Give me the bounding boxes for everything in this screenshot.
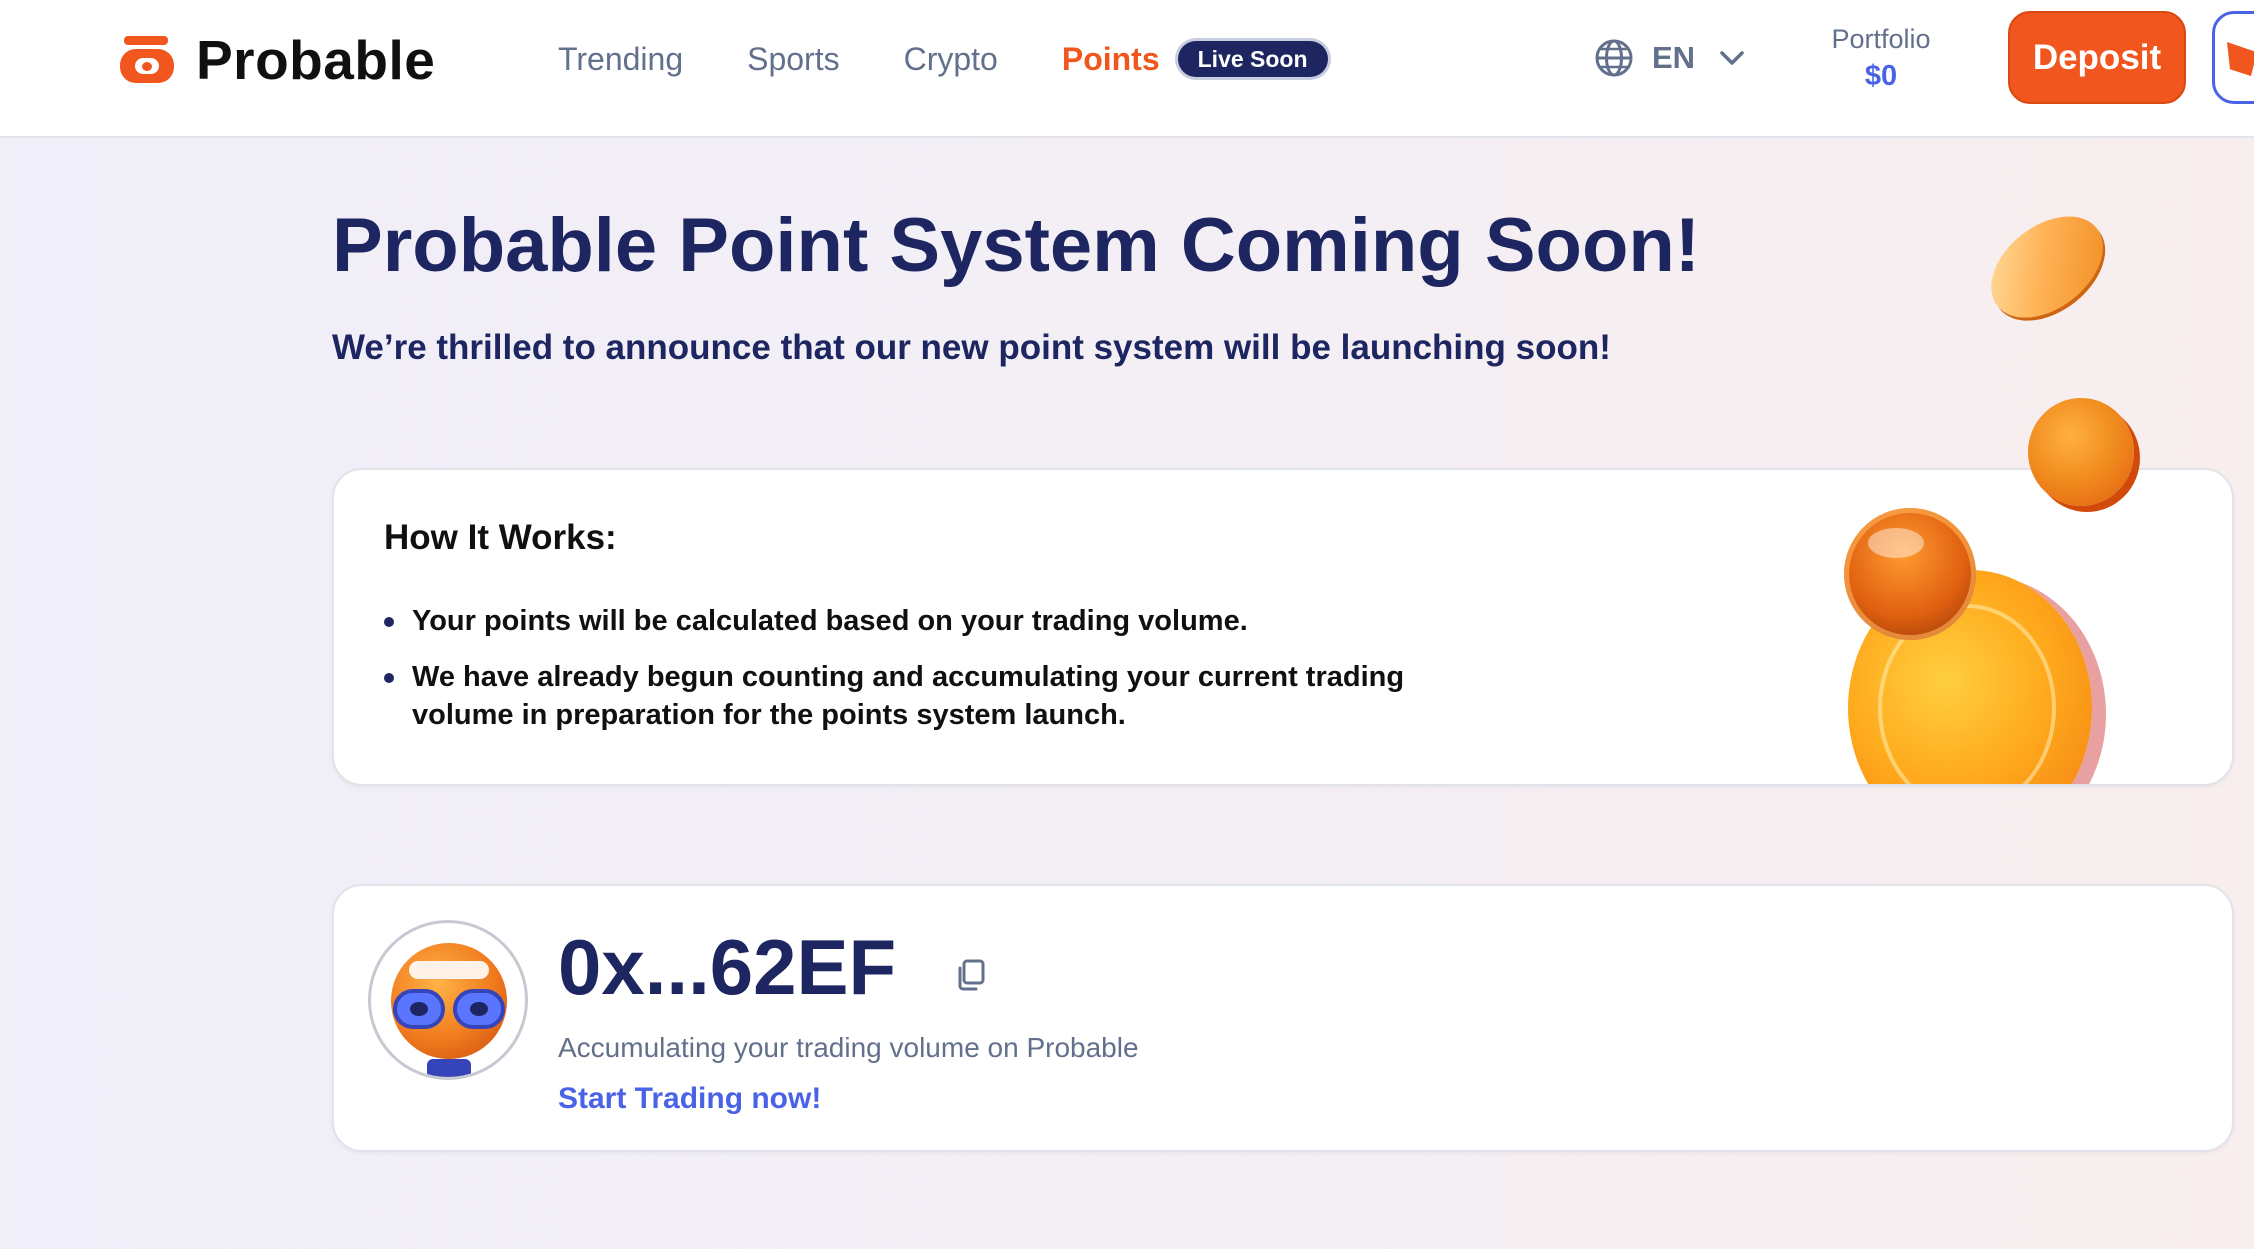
accumulation-status: Accumulating your trading volume on Prob… — [558, 1032, 1139, 1063]
deposit-button[interactable]: Deposit — [2008, 11, 2186, 104]
brand-logo-link[interactable]: Probable — [120, 29, 435, 91]
portfolio-summary[interactable]: Portfolio $0 — [1816, 22, 1946, 96]
start-trading-link[interactable]: Start Trading now! — [558, 1082, 821, 1116]
chevron-down-icon — [1720, 51, 1744, 65]
portfolio-value: $0 — [1864, 60, 1898, 92]
list-item: We have already begun counting and accum… — [384, 658, 1444, 734]
nav-item-crypto[interactable]: Crypto — [904, 41, 998, 78]
list-item: Your points will be calculated based on … — [384, 602, 1444, 640]
how-it-works-heading: How It Works: — [384, 518, 617, 557]
avatar — [368, 920, 528, 1080]
wallet-button[interactable] — [2212, 11, 2254, 104]
metamask-fox-icon — [2227, 42, 2254, 76]
nav-item-sports[interactable]: Sports — [747, 41, 839, 78]
live-soon-badge: Live Soon — [1177, 41, 1328, 77]
nav-item-points[interactable]: Points — [1062, 41, 1160, 78]
floating-coin-illustration — [1972, 195, 2122, 339]
globe-icon — [1595, 39, 1633, 77]
page-subtitle: We’re thrilled to announce that our new … — [332, 328, 1611, 367]
language-selector[interactable]: EN — [1594, 36, 1745, 80]
user-points-card: 0x...62EF Accumulating your trading volu… — [332, 884, 2234, 1152]
how-it-works-list: Your points will be calculated based on … — [384, 602, 1444, 752]
floating-coin-illustration — [2028, 398, 2134, 506]
copy-icon[interactable] — [954, 958, 988, 992]
glass-coin-illustration — [1844, 508, 1976, 640]
language-label: EN — [1652, 40, 1696, 75]
page-title: Probable Point System Coming Soon! — [332, 203, 1701, 288]
main-nav: Trending Sports Crypto Points Live Soon — [558, 38, 1328, 80]
brand-name: Probable — [196, 29, 436, 91]
top-navigation-bar: Probable Trending Sports Crypto Points L… — [0, 0, 2254, 138]
how-it-works-card: How It Works: Your points will be calcul… — [332, 468, 2234, 786]
portfolio-label: Portfolio — [1831, 24, 1931, 54]
nav-item-trending[interactable]: Trending — [558, 41, 683, 78]
probable-logo-icon — [120, 36, 176, 84]
wallet-address: 0x...62EF — [558, 923, 897, 1011]
